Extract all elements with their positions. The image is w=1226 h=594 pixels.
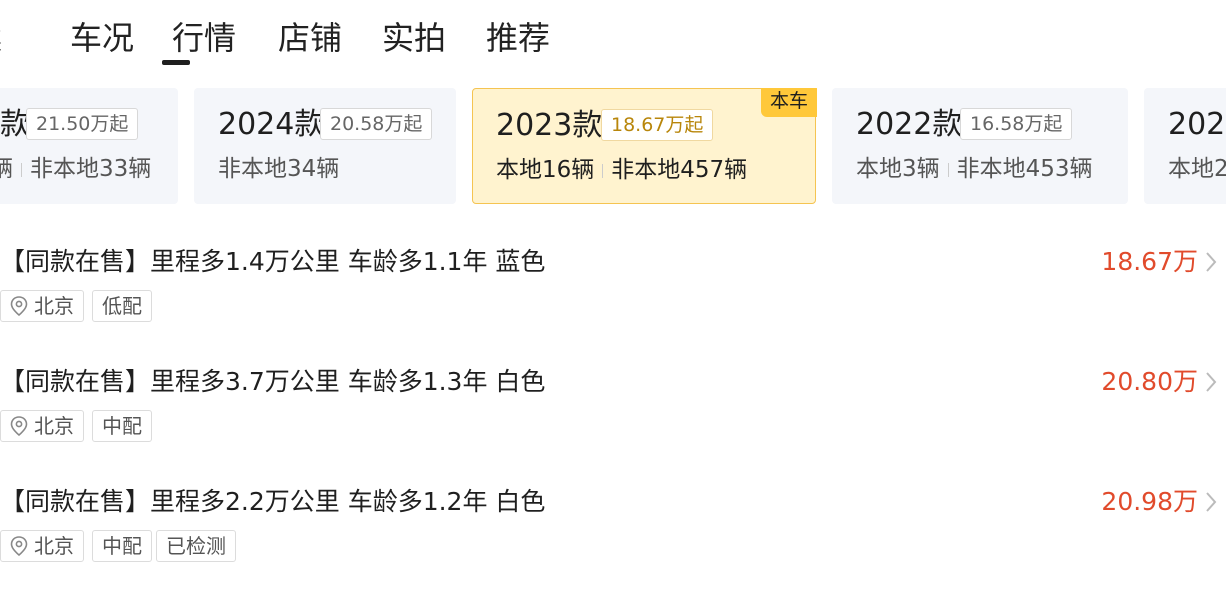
stock-divider [21,162,22,177]
listing-item[interactable]: 【同款在售】里程多3.7万公里 车龄多1.3年 白色 20.80万 北京 中配 [0,364,1226,474]
card-stock-local: 本地3辆 [856,156,940,182]
inspected-tag: 已检测 [156,530,236,562]
card-stock-nonlocal: 非本地34辆 [218,156,340,182]
location-city: 北京 [34,414,74,438]
tab-store[interactable]: 店铺 [278,16,342,60]
card-stock-local: 本地2 [1168,156,1226,182]
listing-title: 【同款在售】里程多1.4万公里 车龄多1.1年 蓝色 [0,247,546,276]
stock-divider [947,162,949,177]
card-year: 2024款 [218,107,325,142]
card-year: 2022款 [856,107,963,142]
card-stock-local: 辆 [0,156,13,182]
chevron-right-icon [1206,372,1217,392]
trim-tag: 中配 [92,530,152,562]
trim-tag: 中配 [92,410,152,442]
year-card-2025[interactable]: 款 21.50万起 辆非本地33辆 [0,88,178,204]
location-pin-icon [10,416,28,436]
card-price: 20.58万起 [320,108,433,140]
listing-item[interactable]: 【同款在售】里程多2.2万公里 车龄多1.2年 白色 20.98万 北京 中配 … [0,484,1226,594]
location-tag: 北京 [0,410,84,442]
year-card-2023[interactable]: 2023款 18.67万起 本地16辆 非本地457辆 本车 [472,88,817,204]
card-year: 202 [1168,107,1226,142]
active-tab-indicator [162,60,190,65]
tab-archive[interactable]: 案 [0,16,2,60]
location-city: 北京 [34,534,74,558]
card-price: 21.50万起 [26,108,139,140]
trim-tag: 低配 [92,290,152,322]
year-card-2022[interactable]: 2022款 16.58万起 本地3辆 非本地453辆 [832,88,1128,204]
card-stock-nonlocal: 非本地453辆 [956,156,1093,182]
location-pin-icon [10,296,28,316]
listing-title: 【同款在售】里程多2.2万公里 车龄多1.2年 白色 [0,487,546,516]
card-stock: 本地16辆 非本地457辆 [496,153,747,187]
tab-photos[interactable]: 实拍 [382,16,446,60]
location-tag: 北京 [0,530,84,562]
tab-market[interactable]: 行情 [172,16,236,60]
card-price: 18.67万起 [601,109,714,141]
tab-condition[interactable]: 车况 [70,16,134,60]
card-stock-nonlocal: 非本地457辆 [611,157,748,183]
location-tag: 北京 [0,290,84,322]
chevron-right-icon [1206,492,1217,512]
tab-recommend[interactable]: 推荐 [486,16,550,60]
location-pin-icon [10,536,28,556]
chevron-right-icon [1206,252,1217,272]
listing-price: 18.67万 [1101,247,1198,276]
card-stock: 本地3辆 非本地453辆 [856,152,1093,186]
listing-price: 20.98万 [1101,487,1198,516]
year-card-2021[interactable]: 202 本地2 [1144,88,1226,204]
year-card-strip: 款 21.50万起 辆非本地33辆 2024款 20.58万起 非本地34辆 2… [0,88,1226,204]
card-price: 16.58万起 [960,108,1073,140]
listing-price: 20.80万 [1101,367,1198,396]
card-year: 2023款 [496,108,603,143]
card-stock-nonlocal: 非本地33辆 [30,156,152,182]
this-car-badge: 本车 [761,88,817,117]
listing-item[interactable]: 【同款在售】里程多1.4万公里 车龄多1.1年 蓝色 18.67万 北京 低配 [0,244,1226,354]
location-city: 北京 [34,294,74,318]
stock-divider [602,163,604,178]
listing-title: 【同款在售】里程多3.7万公里 车龄多1.3年 白色 [0,367,546,396]
card-stock-local: 本地16辆 [496,157,595,183]
card-stock: 辆非本地33辆 [0,152,151,186]
year-card-2024[interactable]: 2024款 20.58万起 非本地34辆 [194,88,456,204]
